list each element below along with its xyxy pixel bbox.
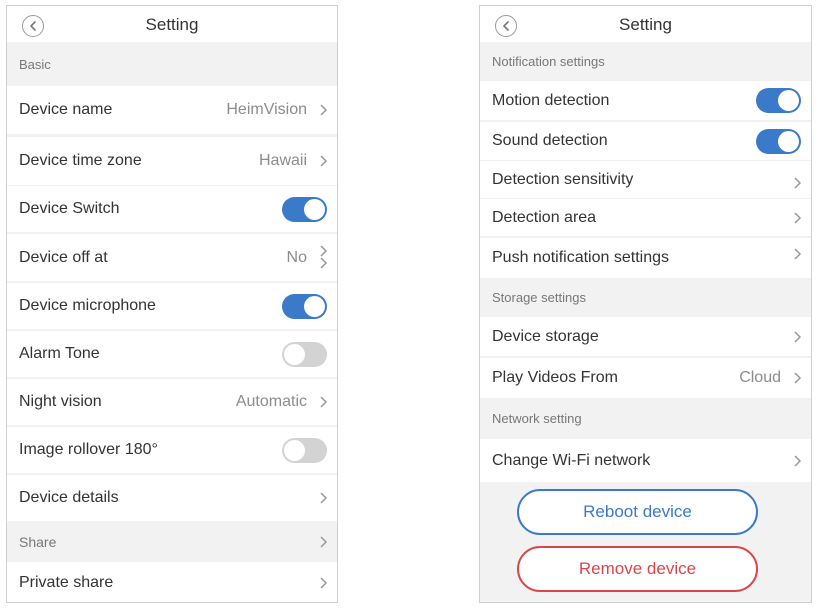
chevron-right-icon — [792, 247, 802, 261]
row-night-vision[interactable]: Night vision Automatic — [7, 379, 337, 425]
remove-device-button[interactable]: Remove device — [517, 546, 758, 592]
row-label: Detection area — [492, 208, 597, 226]
chevron-right-icon — [792, 330, 802, 344]
row-label: Device name — [19, 101, 113, 118]
chevron-right-icon — [318, 103, 328, 117]
section-header-basic: Basic — [19, 56, 51, 72]
row-value: Cloud — [739, 369, 781, 386]
toggle-knob — [778, 131, 799, 152]
chevron-right-icon — [318, 535, 328, 549]
section-header-storage: Storage settings — [492, 290, 586, 305]
row-image-rollover: Image rollover 180° — [7, 427, 337, 473]
toggle-knob — [778, 90, 799, 111]
settings-panel-right: Setting Notification settings Motion det… — [479, 5, 812, 603]
row-device-microphone: Device microphone — [7, 283, 337, 329]
row-label: Device microphone — [19, 297, 156, 314]
row-label: Device time zone — [19, 152, 142, 169]
row-label: Image rollover 180° — [19, 441, 158, 458]
chevron-right-icon — [792, 176, 802, 190]
row-sound-detection: Sound detection — [480, 122, 811, 160]
motion-detection-toggle[interactable] — [756, 88, 801, 113]
image-rollover-toggle[interactable] — [282, 438, 327, 463]
row-value: HeimVision — [226, 101, 307, 118]
row-push-notification-settings[interactable]: Push notification settings — [480, 238, 811, 278]
reboot-device-button[interactable]: Reboot device — [517, 489, 758, 535]
section-label: Share — [19, 534, 57, 550]
row-device-switch: Device Switch — [7, 186, 337, 232]
chevron-right-icon — [792, 454, 802, 468]
row-play-videos-from[interactable]: Play Videos From Cloud — [480, 358, 811, 398]
section-header-share[interactable]: Share — [7, 522, 337, 562]
row-device-time-zone[interactable]: Device time zone Hawaii — [7, 137, 337, 185]
row-label: Device details — [19, 489, 119, 506]
row-detection-sensitivity[interactable]: Detection sensitivity — [480, 161, 811, 198]
device-switch-toggle[interactable] — [282, 197, 327, 222]
row-device-details[interactable]: Device details — [7, 475, 337, 521]
header-bar: Setting — [480, 6, 811, 42]
row-alarm-tone: Alarm Tone — [7, 331, 337, 377]
row-device-off-at[interactable]: Device off at No — [7, 234, 337, 281]
row-label: Private share — [19, 574, 114, 591]
row-label: Change Wi-Fi network — [492, 451, 651, 469]
row-device-name[interactable]: Device name HeimVision — [7, 86, 337, 134]
chevron-right-icon — [792, 211, 802, 225]
toggle-knob — [304, 199, 325, 220]
row-value: No — [286, 248, 307, 266]
toggle-knob — [304, 296, 325, 317]
row-value: Hawaii — [258, 152, 307, 169]
row-label: Detection sensitivity — [492, 170, 634, 188]
chevron-right-icon — [318, 256, 328, 270]
row-label: Night vision — [19, 393, 102, 410]
toggle-knob — [284, 344, 305, 365]
row-detection-area[interactable]: Detection area — [480, 199, 811, 236]
microphone-toggle[interactable] — [282, 294, 327, 319]
row-label: Device off at — [19, 248, 108, 266]
row-label: Sound detection — [492, 132, 608, 149]
chevron-right-icon — [318, 491, 328, 505]
row-label: Play Videos From — [492, 369, 618, 386]
alarm-tone-toggle[interactable] — [282, 342, 327, 367]
row-private-share[interactable]: Private share — [7, 562, 337, 602]
row-label: Alarm Tone — [19, 345, 100, 362]
toggle-knob — [284, 440, 305, 461]
row-device-storage[interactable]: Device storage — [480, 317, 811, 356]
chevron-right-icon — [792, 371, 802, 385]
section-header-network: Network setting — [492, 411, 582, 426]
row-label: Device Switch — [19, 200, 120, 217]
row-value: Automatic — [235, 393, 307, 410]
chevron-right-icon — [318, 154, 328, 168]
row-motion-detection: Motion detection — [480, 81, 811, 120]
sound-detection-toggle[interactable] — [756, 129, 801, 154]
row-label: Push notification settings — [492, 249, 669, 266]
row-label: Device storage — [492, 327, 599, 345]
page-title: Setting — [619, 15, 672, 34]
section-header-notification: Notification settings — [492, 54, 605, 69]
page-title: Setting — [145, 15, 199, 34]
row-label: Motion detection — [492, 91, 610, 109]
chevron-right-icon — [318, 395, 328, 409]
settings-panel-left: Setting Basic Device name HeimVision Dev… — [6, 5, 338, 603]
header-bar: Setting — [7, 6, 337, 42]
chevron-right-icon — [318, 576, 328, 590]
row-change-wifi-network[interactable]: Change Wi-Fi network — [480, 439, 811, 482]
